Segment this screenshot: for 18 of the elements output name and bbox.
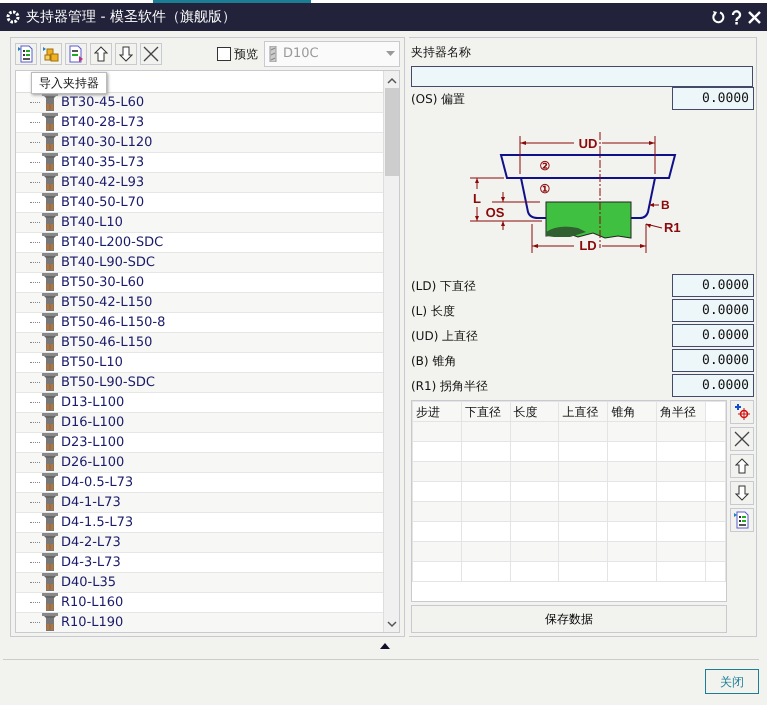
diagram-label: LD [579,238,597,252]
field-label: (B) 锥角 [411,352,456,370]
dropdown-value: D10C [283,44,319,63]
field-label: (L) 长度 [411,302,455,320]
field-label: (OS) 偏置 [411,90,466,108]
diagram-label: R1 [664,220,681,234]
window-title: 夹持器管理 - 模圣软件（旗舰版） [26,8,237,26]
field-label: (UD) 上直径 [411,328,478,345]
diagram-label: ① [540,182,550,196]
field-label: (R1) 拐角半径 [411,378,488,395]
diagram-label: UD [578,136,598,150]
diagram-label: OS [486,204,504,220]
diagram-label: L [473,190,481,206]
diagram-label: B [661,198,670,212]
field-label: 夹持器名称 [411,44,472,61]
diagram-label: ② [540,158,550,172]
tooltip: 导入夹持器 [31,72,107,94]
field-label: (LD) 下直径 [411,278,476,295]
